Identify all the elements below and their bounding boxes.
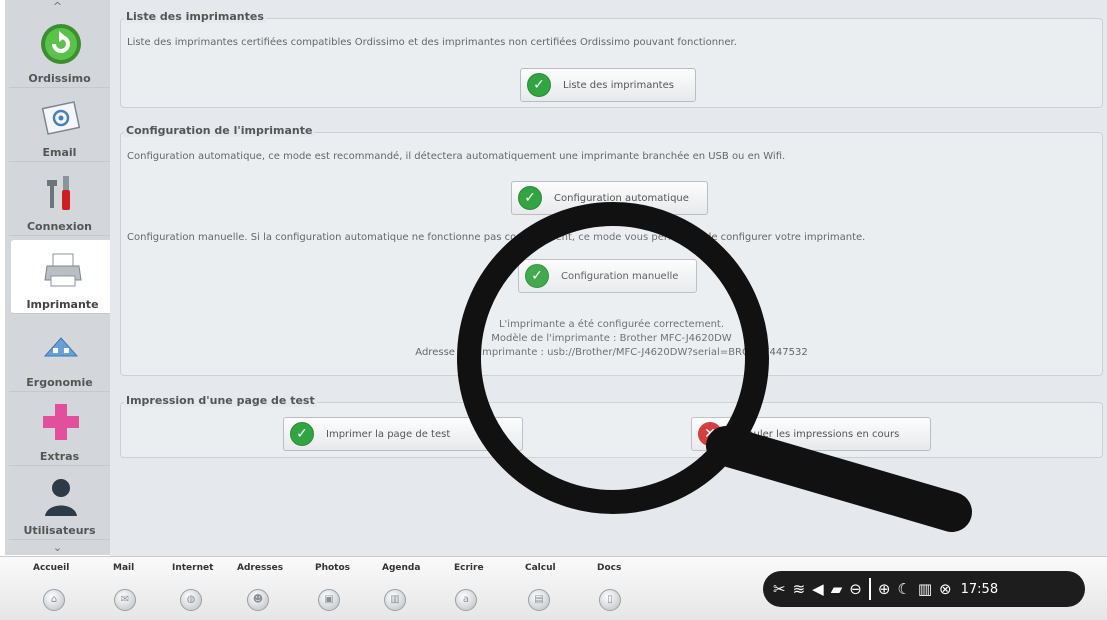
dock-item-adresses[interactable]: Adresses ☻ (237, 563, 297, 615)
trash-icon[interactable]: ▥ (918, 580, 932, 598)
printer-config-group: Configuration de l'imprimante Configurat… (120, 124, 1103, 376)
config-status-message: L'imprimante a été configurée correcteme… (498, 319, 725, 330)
dock-label: Agenda (382, 563, 421, 573)
printer-model-text: Modèle de l'imprimante : Brother MFC-J46… (491, 333, 732, 344)
check-icon: ✓ (527, 73, 551, 97)
dock-item-internet[interactable]: Internet ◍ (172, 563, 232, 615)
sidebar-item-label: Ordissimo (28, 72, 91, 85)
mail-icon: ✉ (114, 589, 136, 611)
sidebar-item-label: Connexion (26, 220, 92, 233)
sidebar-item-label: Ergonomie (26, 376, 93, 389)
main-panel: Liste des imprimantes Liste des impriman… (110, 0, 1107, 556)
calendar-icon: ▥ (384, 589, 406, 611)
sidebar-item-label: Utilisateurs (23, 524, 96, 537)
group-title: Configuration de l'imprimante (124, 124, 315, 137)
printer-icon (44, 253, 82, 287)
dock-item-ecrire[interactable]: Ecrire a (454, 563, 514, 615)
contacts-icon: ☻ (247, 589, 269, 611)
auto-config-button[interactable]: ✓ Configuration automatique (511, 181, 708, 215)
ordissimo-window: ^ Ordissimo Email Connexion Imprimante E… (0, 0, 1107, 620)
test-page-group: Impression d'une page de test ✓ Imprimer… (120, 394, 1103, 458)
dock-label: Adresses (237, 563, 284, 573)
dock-label: Photos (315, 563, 351, 573)
manual-config-description: Configuration manuelle. Si la configurat… (127, 232, 866, 243)
dock-label: Mail (113, 563, 135, 573)
button-label: Liste des imprimantes (563, 79, 674, 91)
button-label: Annuler les impressions en cours (734, 428, 900, 440)
dock-item-agenda[interactable]: Agenda ▥ (382, 563, 442, 615)
group-title: Liste des imprimantes (124, 10, 266, 23)
system-tray: ✂ ≋ ◀ ▰ ⊖ ⊕ ☾ ▥ ⊗ 17:58 (763, 571, 1085, 607)
sidebar-item-label: Imprimante (26, 298, 99, 311)
clock: 17:58 (960, 581, 999, 597)
sidebar-item-utilisateurs[interactable]: Utilisateurs (9, 466, 110, 540)
ergonomie-icon (43, 337, 79, 357)
printer-address-text: Adresse de l'imprimante : usb://Brother/… (415, 347, 808, 358)
moon-icon[interactable]: ☾ (897, 580, 910, 598)
tools-icon (47, 176, 70, 210)
plus-icon (43, 404, 79, 440)
photo-icon: ▣ (318, 589, 340, 611)
tray-separator (868, 578, 871, 600)
plus-circle-icon[interactable]: ⊕ (878, 580, 891, 598)
wifi-icon[interactable]: ≋ (793, 580, 806, 598)
sidebar-item-extras[interactable]: Extras (9, 392, 110, 466)
write-icon: a (455, 589, 477, 611)
button-label: Configuration automatique (554, 192, 689, 204)
dock-label: Internet (172, 563, 214, 573)
group-title: Impression d'une page de test (124, 394, 317, 407)
manual-config-button[interactable]: ✓ Configuration manuelle (518, 259, 697, 293)
dock-label: Docs (597, 563, 622, 573)
dock-label: Accueil (33, 563, 70, 573)
dock-item-photos[interactable]: Photos ▣ (315, 563, 375, 615)
sidebar-item-label: Email (42, 146, 77, 159)
tools-icon[interactable]: ✂ (773, 580, 786, 598)
check-icon: ✓ (290, 422, 314, 446)
dock-label: Calcul (525, 563, 556, 573)
auto-config-description: Configuration automatique, ce mode est r… (127, 151, 786, 162)
sidebar-item-email[interactable]: Email (9, 88, 110, 162)
dock-item-accueil[interactable]: Accueil ⌂ (33, 563, 93, 615)
home-icon: ⌂ (43, 589, 65, 611)
check-icon: ✓ (518, 186, 542, 210)
sidebar: ^ Ordissimo Email Connexion Imprimante E… (5, 0, 114, 555)
button-label: Imprimer la page de test (326, 428, 451, 440)
check-icon: ✓ (525, 264, 549, 288)
printers-list-button[interactable]: ✓ Liste des imprimantes (520, 68, 696, 102)
cancel-icon: ✕ (698, 422, 722, 446)
cancel-print-jobs-button[interactable]: ✕ Annuler les impressions en cours (691, 417, 931, 451)
email-icon (41, 101, 81, 135)
print-test-page-button[interactable]: ✓ Imprimer la page de test (283, 417, 523, 451)
calculator-icon: ▤ (528, 589, 550, 611)
dock-item-calcul[interactable]: Calcul ▤ (525, 563, 585, 615)
dock-label: Ecrire (454, 563, 484, 573)
sidebar-scroll-up[interactable]: ^ (5, 0, 110, 14)
sidebar-scroll-down[interactable]: ⌄ (5, 541, 110, 555)
ordissimo-icon (41, 24, 81, 64)
battery-icon[interactable]: ▰ (831, 580, 843, 598)
dock-item-mail[interactable]: Mail ✉ (113, 563, 173, 615)
dock-item-docs[interactable]: Docs ▯ (597, 563, 657, 615)
sidebar-item-connexion[interactable]: Connexion (9, 162, 110, 236)
volume-icon[interactable]: ◀ (812, 580, 824, 598)
sidebar-item-ordissimo[interactable]: Ordissimo (9, 14, 110, 88)
globe-icon: ◍ (180, 589, 202, 611)
button-label: Configuration manuelle (561, 270, 679, 282)
bottom-dock: Accueil ⌂ Mail ✉ Internet ◍ Adresses ☻ P… (0, 556, 1107, 620)
sidebar-item-imprimante[interactable]: Imprimante (11, 240, 114, 314)
sidebar-item-ergonomie[interactable]: Ergonomie (9, 318, 110, 392)
printers-list-group: Liste des imprimantes Liste des impriman… (120, 10, 1103, 108)
minus-circle-icon[interactable]: ⊖ (849, 580, 862, 598)
docs-icon: ▯ (599, 589, 621, 611)
sidebar-item-label: Extras (39, 450, 80, 463)
user-icon (45, 479, 77, 516)
lifebuoy-icon[interactable]: ⊗ (939, 580, 952, 598)
group-description: Liste des imprimantes certifiées compati… (127, 37, 737, 48)
